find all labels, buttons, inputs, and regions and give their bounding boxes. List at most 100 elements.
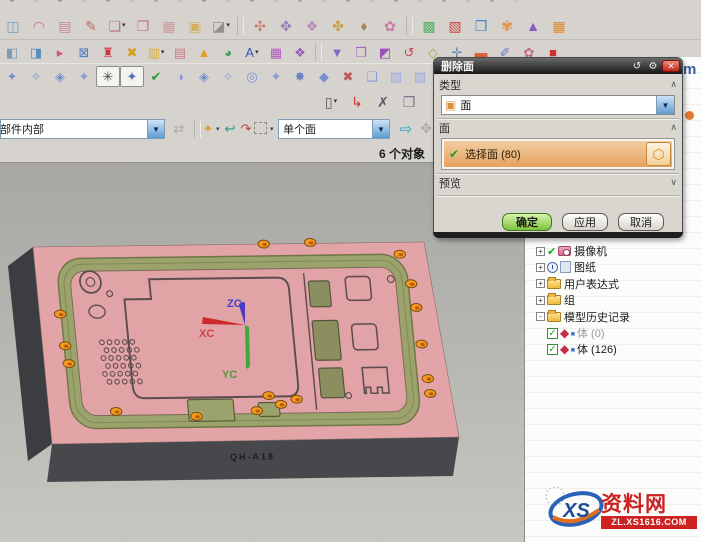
toolbar-icon-r4-3[interactable]: ✦ — [72, 66, 96, 87]
toolbar-icon-r2-0[interactable]: ◫ — [0, 15, 26, 36]
toolbar-icon-r5-2[interactable]: ✗ — [370, 91, 396, 112]
toolbar-icon-r4-0[interactable]: ✦ — [0, 66, 24, 87]
tree-item-3[interactable]: +组 — [525, 292, 701, 308]
toolbar-icon-r3-6[interactable]: ▥▾ — [144, 42, 168, 63]
toolbar-icon-r3-10[interactable]: A▾ — [240, 42, 264, 63]
toolbar-icon-r1-1[interactable]: ▫ — [24, 0, 48, 10]
toolbar-icon-r3-7[interactable]: ▤ — [168, 42, 192, 63]
scope-combobox[interactable]: 部件内部 ▼ — [0, 119, 165, 139]
toolbar-icon-r1-5[interactable]: ▫ — [120, 0, 144, 10]
toolbar-icon-r1-15[interactable]: ▫ — [360, 0, 384, 10]
toolbar-icon-r1-20[interactable]: ▪ — [480, 0, 504, 10]
toolbar-icon-r2-20[interactable]: ✾ — [494, 15, 520, 36]
face-selection-row[interactable]: ✔ 选择面 (80) — [444, 141, 672, 167]
redo-arrow-icon[interactable]: ↷ — [238, 120, 254, 137]
toolbar-icon-r3-16[interactable]: ◩ — [373, 42, 397, 63]
toolbar-icon-r4-9[interactable]: ✧ — [216, 66, 240, 87]
tree-expander-icon[interactable]: + — [536, 279, 545, 288]
toolbar-icon-r3-1[interactable]: ◨ — [24, 42, 48, 63]
tree-item-1[interactable]: +图纸 — [525, 259, 701, 275]
toolbar-icon-r2-2[interactable]: ▤ — [52, 15, 78, 36]
toolbar-icon-r4-17[interactable]: ▨ — [408, 66, 432, 87]
toolbar-icon-r4-4[interactable]: ✳ — [96, 66, 120, 87]
dialog-reset-icon[interactable]: ↺ — [630, 60, 644, 72]
toolbar-icon-r1-13[interactable]: ▫ — [312, 0, 336, 10]
toolbar-icon-r1-7[interactable]: ▫ — [168, 0, 192, 10]
toolbar-icon-r2-13[interactable]: ✤ — [325, 15, 351, 36]
toolbar-icon-r4-12[interactable]: ✸ — [288, 66, 312, 87]
type-section-header[interactable]: 类型 ∧ — [439, 77, 677, 92]
tree-checkbox[interactable]: ✓ — [547, 344, 558, 355]
toolbar-icon-r2-10[interactable]: ✣ — [247, 15, 273, 36]
tree-item-2[interactable]: +用户表达式 — [525, 276, 701, 292]
toolbar-icon-r3-4[interactable]: ♜ — [96, 42, 120, 63]
toolbar-icon-r2-15[interactable]: ✿ — [377, 15, 403, 36]
toolbar-caret-icon[interactable]: ▾ — [226, 22, 230, 29]
toolbar-caret-icon[interactable]: ▾ — [161, 49, 165, 56]
toolbar-caret-icon[interactable]: ▾ — [255, 49, 259, 56]
toolbar-icon-r1-14[interactable]: ▪ — [336, 0, 360, 10]
toolbar-icon-r2-1[interactable]: ◠ — [26, 15, 52, 36]
toolbar-icon-r2-5[interactable]: ❐ — [130, 15, 156, 36]
tree-checkbox[interactable]: ✓ — [547, 328, 558, 339]
cancel-button[interactable]: 取消 — [618, 213, 664, 231]
toolbar-caret-icon[interactable]: ▾ — [122, 22, 126, 29]
toolbar-icon-r4-6[interactable]: ✔ — [144, 66, 168, 87]
scope-dropdown-arrow-icon[interactable]: ▼ — [147, 120, 164, 138]
toolbar-icon-r3-8[interactable]: ▲ — [192, 42, 216, 63]
refresh-icon[interactable]: ⇄ — [171, 120, 187, 137]
rectangle-select-caret-icon[interactable]: ▾ — [270, 125, 274, 133]
toolbar-icon-r1-18[interactable]: ▪ — [432, 0, 456, 10]
toolbar-icon-r1-2[interactable]: ▪ — [48, 0, 72, 10]
toolbar-icon-r1-11[interactable]: ▫ — [264, 0, 288, 10]
toolbar-icon-r1-12[interactable]: ▪ — [288, 0, 312, 10]
toolbar-icon-r1-6[interactable]: ▪ — [144, 0, 168, 10]
face-type-combobox[interactable]: ▣ 面 ▼ — [441, 95, 675, 115]
tree-item-0[interactable]: +✔摄像机 — [525, 243, 701, 259]
toolbar-icon-r1-17[interactable]: ▫ — [408, 0, 432, 10]
toolbar-icon-r4-1[interactable]: ✧ — [24, 66, 48, 87]
tree-expander-icon[interactable]: + — [536, 296, 545, 305]
toolbar-icon-r1-3[interactable]: ▫ — [72, 0, 96, 10]
toolbar-icon-r3-9[interactable]: ◕ — [216, 42, 240, 63]
toolbar-icon-r2-14[interactable]: ♦ — [351, 15, 377, 36]
toolbar-icon-r2-3[interactable]: ✎ — [78, 15, 104, 36]
tree-expander-icon[interactable]: + — [536, 263, 545, 272]
selection-filter-dropdown-arrow-icon[interactable]: ▼ — [372, 120, 389, 138]
dialog-titlebar[interactable]: 删除面 ↺ ⚙ ✕ — [434, 58, 682, 74]
selection-filter-combobox[interactable]: 单个面 ▼ — [278, 119, 390, 139]
toolbar-icon-r2-12[interactable]: ❖ — [299, 15, 325, 36]
toolbar-icon-r3-11[interactable]: ▦ — [264, 42, 288, 63]
toolbar-icon-r3-5[interactable]: ✖ — [120, 42, 144, 63]
toolbar-icon-r2-17[interactable]: ▩ — [416, 15, 442, 36]
toolbar-icon-r4-5[interactable]: ✦ — [120, 66, 144, 87]
face-section-header[interactable]: 面 ∧ — [439, 120, 677, 135]
collapse-arrow-icon[interactable]: ∧ — [670, 122, 677, 133]
toolbar-icon-r2-18[interactable]: ▧ — [442, 15, 468, 36]
pan-icon[interactable]: ✥ — [418, 120, 434, 137]
toolbar-icon-r2-7[interactable]: ▣ — [182, 15, 208, 36]
face-type-dropdown-arrow-icon[interactable]: ▼ — [656, 96, 674, 114]
toolbar-icon-r3-12[interactable]: ❖ — [288, 42, 312, 63]
toolbar-icon-r1-16[interactable]: ▪ — [384, 0, 408, 10]
forward-arrow-icon[interactable]: ⇨ — [398, 120, 414, 137]
toolbar-icon-r2-4[interactable]: ❏▾ — [104, 15, 130, 36]
toolbar-icon-r1-21[interactable]: ▫ — [504, 0, 528, 10]
expand-arrow-icon[interactable]: ∨ — [670, 177, 677, 188]
toolbar-icon-r1-10[interactable]: ▪ — [240, 0, 264, 10]
toolbar-icon-r4-13[interactable]: ◆ — [312, 66, 336, 87]
preview-section-header[interactable]: 预览 ∨ — [439, 175, 677, 190]
toolbar-icon-r2-8[interactable]: ◪▾ — [208, 15, 234, 36]
apply-button[interactable]: 应用 — [562, 213, 608, 231]
toolbar-icon-r3-2[interactable]: ▸ — [48, 42, 72, 63]
toolbar-icon-r4-15[interactable]: ❑ — [360, 66, 384, 87]
toolbar-icon-r4-16[interactable]: ▧ — [384, 66, 408, 87]
dialog-close-icon[interactable]: ✕ — [662, 60, 680, 72]
tree-expander-icon[interactable]: - — [536, 312, 545, 321]
toolbar-icon-r2-11[interactable]: ✥ — [273, 15, 299, 36]
dialog-settings-gear-icon[interactable]: ⚙ — [646, 60, 660, 72]
toolbar-icon-r1-19[interactable]: ▫ — [456, 0, 480, 10]
toolbar-icon-r5-0[interactable]: ▯▾ — [318, 91, 344, 112]
toolbar-icon-r2-22[interactable]: ▦ — [546, 15, 572, 36]
toolbar-icon-r1-0[interactable]: ▪ — [0, 0, 24, 10]
